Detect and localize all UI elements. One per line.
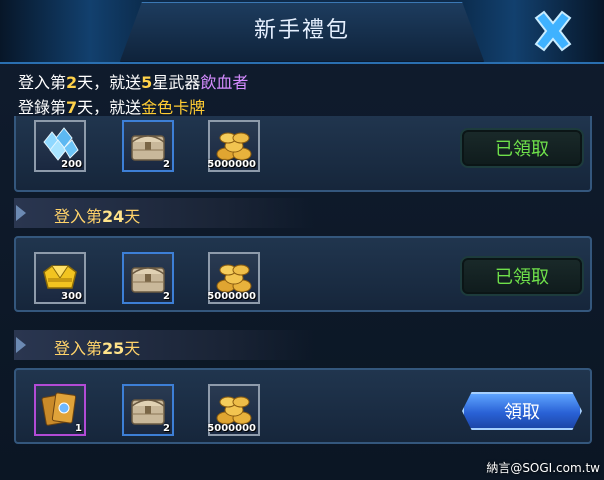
item-quantity: 2 [163, 423, 170, 434]
reward-item[interactable]: 5000000 [207, 120, 260, 172]
info-line-2: 登錄第7天，就送金色卡牌 [18, 94, 205, 118]
info-text: 天，就送 [77, 73, 142, 92]
item-quantity: 200 [61, 159, 82, 170]
item-quantity: 300 [61, 291, 82, 302]
chest-icon [131, 399, 165, 425]
reward-item[interactable]: 2 [122, 384, 174, 436]
info-text: 登入第 [18, 73, 67, 92]
info-text: 星武器 [152, 73, 201, 92]
day-header-25: 登入第25天 [14, 330, 314, 360]
day-label-text: 登入第 [54, 339, 103, 358]
day-label: 登入第25天 [54, 335, 140, 359]
info-line-1: 登入第2天，就送5星武器飲血者 [18, 69, 248, 93]
item-quantity: 5000000 [207, 291, 256, 302]
gold-card-icon [41, 392, 77, 426]
header-bar: 新手禮包 [0, 0, 604, 64]
item-quantity: 1 [75, 423, 82, 434]
watermark: 納言@SOGI.com.tw [486, 461, 600, 475]
info-text: 天，就送 [77, 98, 142, 117]
day-label-text: 天 [124, 339, 141, 358]
reward-item[interactable]: 2 [122, 120, 174, 172]
info-star: 5 [141, 73, 153, 92]
reward-row-3: 1 2 5000000 領取 [14, 368, 592, 444]
day-number: 24 [102, 207, 125, 226]
claimed-button[interactable]: 已領取 [460, 128, 584, 168]
day-label-text: 天 [124, 207, 141, 226]
reward-item[interactable]: 5000000 [207, 252, 260, 304]
chevron-right-icon [16, 205, 26, 221]
reward-item[interactable]: 5000000 [207, 384, 260, 436]
item-quantity: 5000000 [207, 423, 256, 434]
reward-item[interactable]: 200 [34, 120, 86, 172]
reward-item[interactable]: 1 [34, 384, 86, 436]
item-quantity: 2 [163, 159, 170, 170]
day-number: 25 [102, 339, 125, 358]
close-icon [534, 10, 572, 52]
weapon-name: 飲血者 [200, 73, 249, 92]
page-title: 新手禮包 [253, 18, 350, 43]
chest-icon [131, 267, 165, 293]
info-text: 登錄第 [18, 98, 67, 117]
reward-item[interactable]: 2 [122, 252, 174, 304]
day-label: 登入第24天 [54, 203, 140, 227]
claimed-button[interactable]: 已領取 [460, 256, 584, 296]
claim-button[interactable]: 領取 [462, 392, 582, 430]
reward-item[interactable]: 300 [34, 252, 86, 304]
gift-pack-panel: 新手禮包 登入第2天，就送5星武器飲血者 登錄第7天，就送金色卡牌 200 2 … [0, 0, 604, 480]
item-quantity: 2 [163, 291, 170, 302]
chest-icon [131, 135, 165, 161]
day-header-24: 登入第24天 [14, 198, 314, 228]
reward-name: 金色卡牌 [141, 98, 206, 117]
day-label-text: 登入第 [54, 207, 103, 226]
item-quantity: 5000000 [207, 159, 256, 170]
info-day: 7 [66, 98, 78, 117]
chevron-right-icon [16, 337, 26, 353]
reward-row-1: 200 2 5000000 已領取 [14, 116, 592, 192]
info-day: 2 [66, 73, 78, 92]
close-button[interactable] [530, 8, 576, 54]
reward-row-2: 300 2 5000000 已領取 [14, 236, 592, 312]
